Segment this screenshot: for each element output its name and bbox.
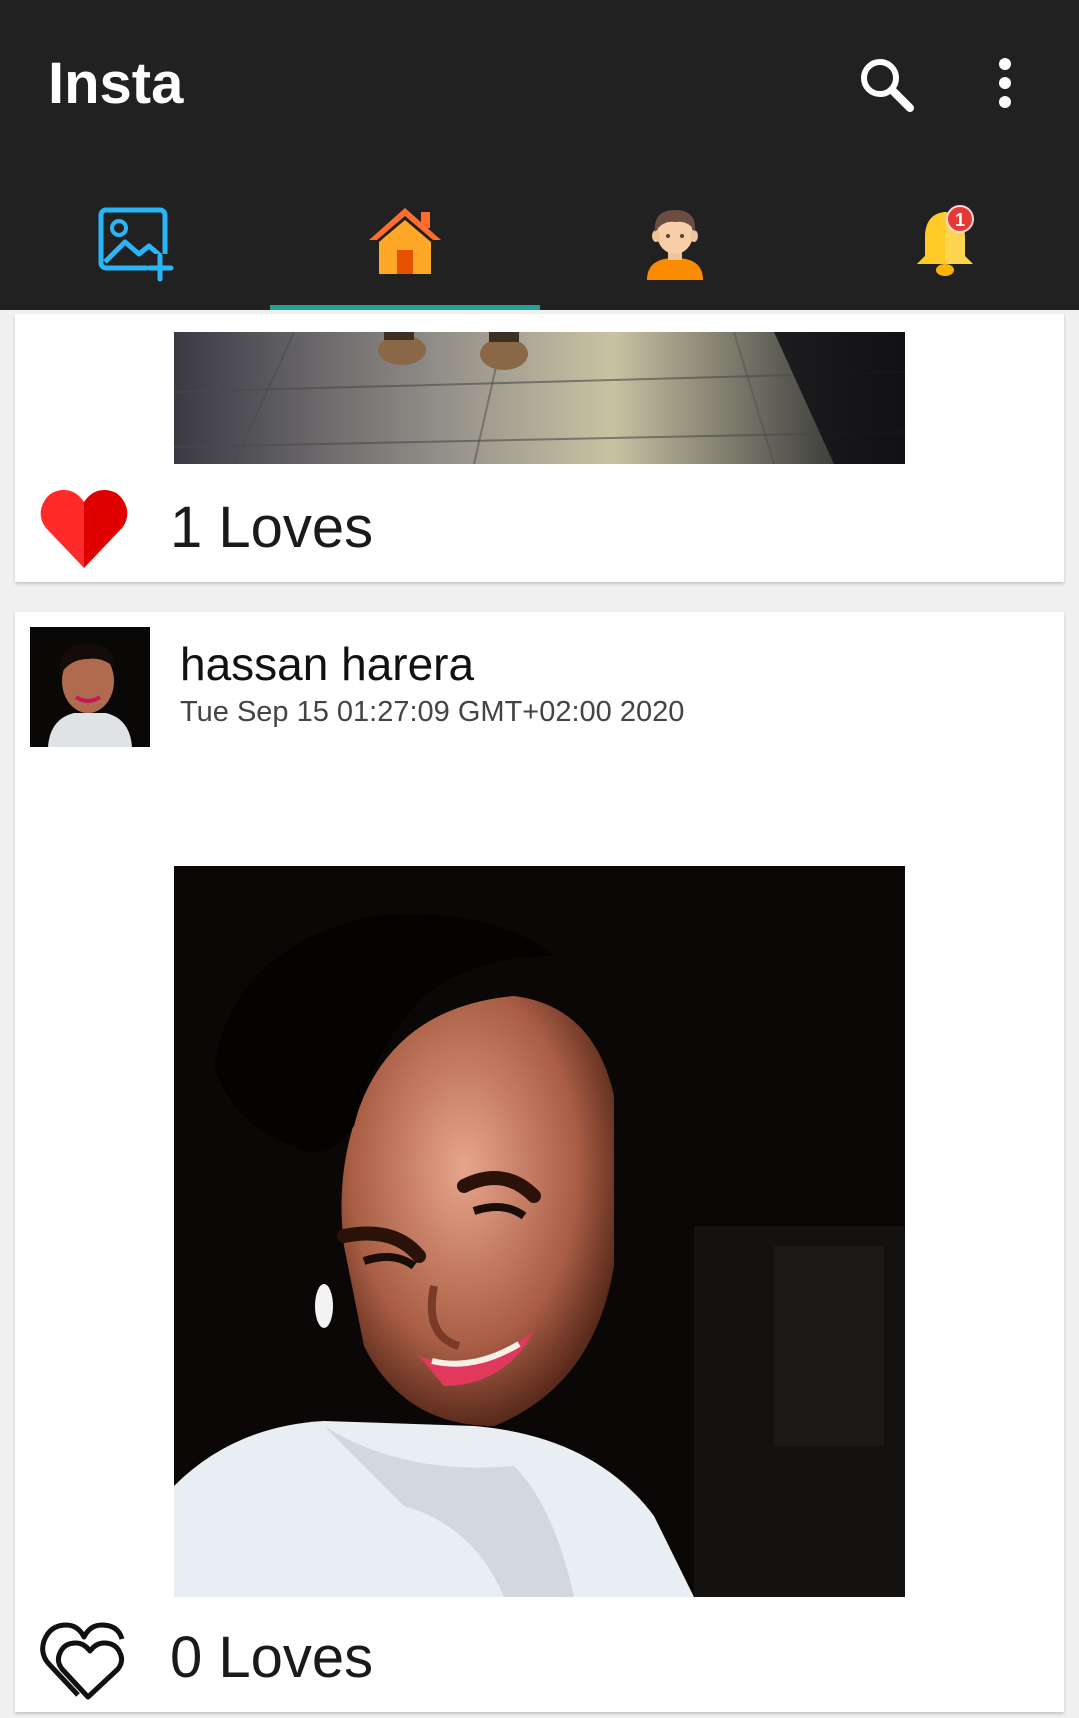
bell-icon: 1 [917, 205, 974, 276]
post-photo[interactable] [174, 866, 905, 1597]
heart-filled-icon [40, 490, 128, 568]
love-button[interactable] [38, 486, 130, 575]
post-timestamp: Tue Sep 15 01:27:09 GMT+02:00 2020 [180, 696, 685, 728]
add-photo-icon [98, 207, 174, 282]
tab-indicator [270, 305, 540, 310]
tab-profile[interactable] [540, 180, 810, 310]
loves-count: 1 Loves [170, 495, 374, 560]
tab-notifications[interactable]: 1 [810, 180, 1079, 310]
post-card: hassan harera Tue Sep 15 01:27:09 GMT+02… [15, 612, 1064, 1712]
profile-icon [647, 210, 703, 280]
notification-badge-count: 1 [955, 210, 965, 230]
home-icon [369, 208, 441, 274]
post-username[interactable]: hassan harera [180, 637, 474, 691]
loves-count: 0 Loves [170, 1625, 374, 1690]
post-card: 1 Loves [15, 314, 1064, 582]
user-avatar-photo [30, 627, 150, 747]
avatar[interactable] [30, 627, 150, 747]
search-button[interactable] [852, 50, 922, 120]
tab-home[interactable] [270, 180, 540, 310]
photo-selfie [174, 866, 905, 1597]
love-button[interactable] [38, 1617, 130, 1706]
post-photo[interactable] [174, 332, 905, 464]
tab-add-photo[interactable] [0, 180, 270, 310]
more-vertical-icon [999, 58, 1011, 108]
app-title: Insta [48, 51, 184, 116]
app-bar: Insta 1 [0, 0, 1079, 310]
tab-bar: 1 [0, 180, 1079, 310]
heart-outline-icon [40, 1622, 125, 1700]
more-options-button[interactable] [985, 50, 1025, 120]
search-icon [861, 59, 914, 112]
photo-feet-on-floor [174, 332, 905, 464]
